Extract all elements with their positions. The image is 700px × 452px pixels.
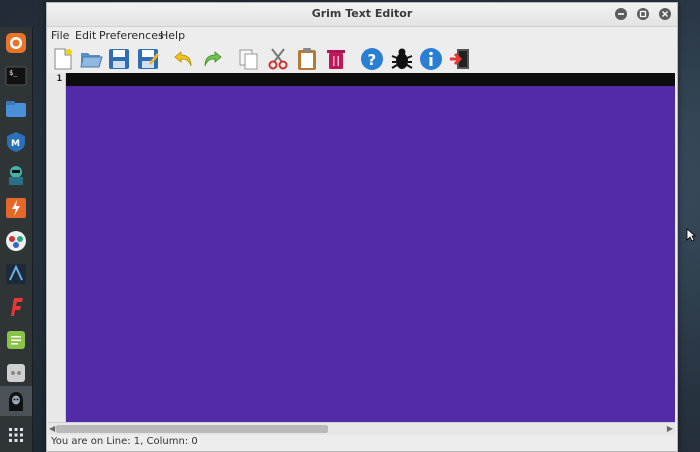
- new-file-button[interactable]: [51, 47, 75, 71]
- svg-text:$_: $_: [9, 69, 18, 77]
- svg-text:?: ?: [368, 51, 377, 69]
- apps-grid-icon[interactable]: [4, 423, 28, 447]
- maltego-icon[interactable]: [4, 229, 28, 253]
- notes-icon[interactable]: [4, 328, 28, 352]
- editor-window: Grim Text Editor File Edit Preferences H…: [46, 2, 678, 452]
- bug-report-button[interactable]: [390, 47, 414, 71]
- status-bar: You are on Line: 1, Column: 0: [47, 435, 677, 451]
- line-number: 1: [56, 74, 62, 84]
- window-title: Grim Text Editor: [311, 7, 413, 20]
- copy-icon: [239, 49, 258, 70]
- paste-button[interactable]: [295, 47, 319, 71]
- exit-icon: [450, 49, 469, 69]
- redo-icon: [204, 51, 222, 67]
- menu-preferences[interactable]: Preferences: [99, 29, 164, 42]
- save-icon: [109, 49, 129, 69]
- firefox-icon[interactable]: [4, 31, 28, 55]
- paste-icon: [298, 48, 316, 70]
- cut-button[interactable]: [266, 47, 290, 71]
- undo-button[interactable]: [172, 47, 196, 71]
- minimize-button[interactable]: [615, 8, 627, 20]
- copy-button[interactable]: [237, 47, 261, 71]
- maximize-button[interactable]: [637, 8, 649, 20]
- current-line-highlight: [66, 73, 675, 86]
- save-button[interactable]: [107, 47, 131, 71]
- grim-reaper-icon[interactable]: [4, 389, 28, 413]
- help-button[interactable]: ?: [360, 47, 384, 71]
- menu-help[interactable]: Help: [160, 29, 185, 42]
- window-titlebar[interactable]: Grim Text Editor: [47, 3, 677, 27]
- scrollbar-thumb[interactable]: [56, 425, 328, 433]
- terminal-icon[interactable]: $_: [4, 64, 28, 88]
- close-icon: [662, 11, 668, 17]
- scroll-right-icon[interactable]: ▶: [667, 424, 673, 433]
- mouse-pointer-icon: [686, 228, 696, 242]
- faraday-icon[interactable]: [4, 295, 28, 319]
- metasploit-icon[interactable]: M: [4, 130, 28, 154]
- scroll-left-icon[interactable]: ◀: [49, 424, 55, 433]
- undo-icon: [174, 51, 192, 67]
- redo-button[interactable]: [200, 47, 224, 71]
- delete-icon: [327, 50, 345, 69]
- armitage-icon[interactable]: [4, 163, 28, 187]
- about-button[interactable]: [419, 47, 443, 71]
- menu-file[interactable]: File: [51, 29, 69, 42]
- menu-edit[interactable]: Edit: [75, 29, 96, 42]
- save-as-button[interactable]: [136, 47, 160, 71]
- toolbar: ?: [47, 45, 677, 73]
- open-folder-icon: [80, 53, 103, 68]
- new-file-icon: [54, 48, 72, 70]
- delete-button[interactable]: [324, 47, 348, 71]
- cut-icon: [268, 48, 288, 70]
- exit-button[interactable]: [448, 47, 472, 71]
- dock: $_ M: [0, 27, 33, 452]
- line-number-gutter: 1: [48, 73, 66, 422]
- menu-bar: File Edit Preferences Help: [47, 27, 677, 45]
- beef-icon[interactable]: [4, 262, 28, 286]
- minimize-icon: [618, 13, 624, 15]
- text-area[interactable]: 1: [48, 73, 675, 422]
- settings-icon[interactable]: [4, 361, 28, 385]
- open-button[interactable]: [79, 47, 103, 71]
- save-as-icon: [138, 49, 159, 69]
- horizontal-scrollbar[interactable]: ◀ ▶: [48, 422, 675, 435]
- info-icon: [420, 48, 442, 70]
- help-icon: ?: [361, 48, 383, 70]
- maximize-icon: [639, 10, 647, 18]
- bug-icon: [391, 48, 413, 69]
- burpsuite-icon[interactable]: [4, 196, 28, 220]
- files-icon[interactable]: [4, 97, 28, 121]
- close-button[interactable]: [659, 8, 671, 20]
- status-text: You are on Line: 1, Column: 0: [51, 436, 198, 447]
- svg-text:M: M: [11, 139, 20, 149]
